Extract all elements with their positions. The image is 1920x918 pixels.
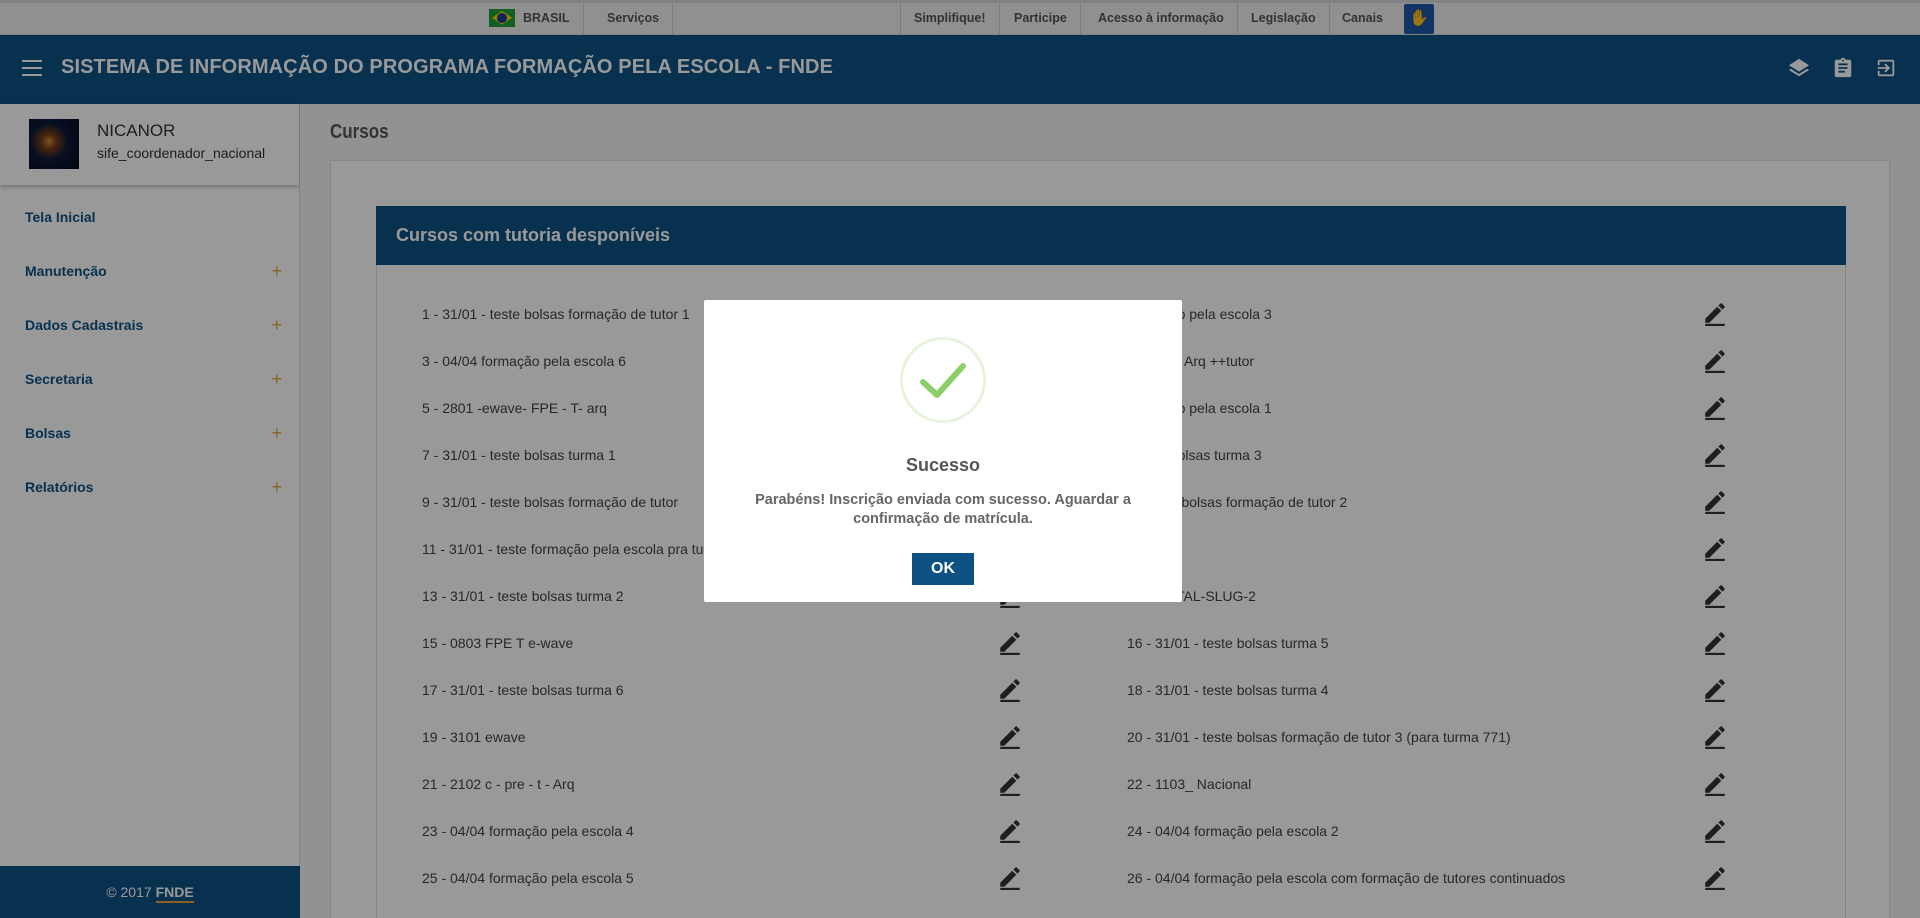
dialog-message: Parabéns! Inscrição enviada com sucesso.… (755, 492, 1131, 527)
app-window: BRASIL Serviços Simplifique! Participe A… (0, 0, 1920, 918)
ok-button[interactable]: OK (912, 553, 974, 585)
success-dialog: Sucesso Parabéns! Inscrição enviada com … (704, 300, 1182, 602)
dialog-title: Sucesso (905, 455, 981, 475)
success-check-icon (900, 337, 986, 423)
